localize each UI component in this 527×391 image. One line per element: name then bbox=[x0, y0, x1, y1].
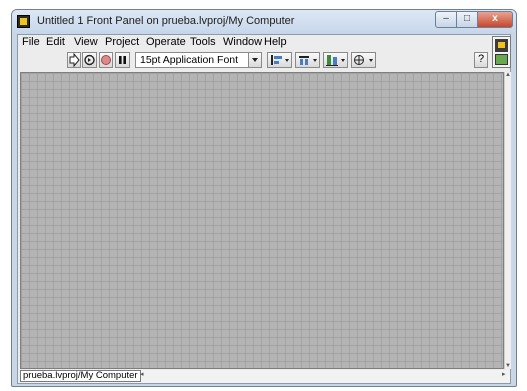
close-button[interactable]: x bbox=[477, 11, 513, 28]
front-panel-canvas[interactable] bbox=[20, 72, 504, 369]
connector-pane-icon bbox=[495, 54, 508, 65]
reorder-button[interactable] bbox=[351, 52, 376, 68]
window-title: Untitled 1 Front Panel on prueba.lvproj/… bbox=[37, 15, 295, 27]
menu-project[interactable]: Project bbox=[105, 36, 139, 48]
text-settings-dropdown[interactable]: 15pt Application Font bbox=[135, 52, 262, 68]
maximize-button[interactable]: □ bbox=[456, 11, 478, 28]
vi-icon bbox=[495, 39, 508, 52]
run-arrow-icon bbox=[69, 53, 80, 67]
abort-button[interactable] bbox=[99, 52, 113, 68]
scroll-right-icon[interactable]: ▸ bbox=[502, 370, 506, 378]
vertical-scrollbar[interactable]: ▲ ▼ bbox=[504, 72, 511, 369]
pause-icon bbox=[119, 56, 126, 64]
run-continuously-button[interactable] bbox=[82, 52, 97, 68]
chevron-down-icon bbox=[369, 59, 373, 62]
menu-operate[interactable]: Operate bbox=[146, 36, 186, 48]
title-bar[interactable]: Untitled 1 Front Panel on prueba.lvproj/… bbox=[12, 10, 516, 34]
menu-file[interactable]: File bbox=[22, 36, 40, 48]
application-instance-context[interactable]: prueba.lvproj/My Computer bbox=[20, 370, 141, 382]
minimize-button[interactable]: – bbox=[435, 11, 457, 28]
labview-vi-icon bbox=[17, 15, 30, 28]
distribute-objects-button[interactable] bbox=[295, 52, 320, 68]
dropdown-arrow-icon bbox=[248, 53, 261, 67]
chevron-down-icon bbox=[313, 59, 317, 62]
run-continuously-icon bbox=[84, 54, 95, 66]
front-panel-window: Untitled 1 Front Panel on prueba.lvproj/… bbox=[11, 9, 517, 387]
menu-tools[interactable]: Tools bbox=[190, 36, 216, 48]
scroll-left-icon[interactable]: ◂ bbox=[140, 370, 144, 378]
menu-bar: File Edit View Project Operate Tools Win… bbox=[18, 35, 488, 50]
menu-window[interactable]: Window bbox=[223, 36, 262, 48]
run-button[interactable] bbox=[67, 52, 81, 68]
abort-icon bbox=[101, 55, 111, 65]
front-panel-client: File Edit View Project Operate Tools Win… bbox=[17, 34, 511, 384]
menu-edit[interactable]: Edit bbox=[46, 36, 65, 48]
toolbar: 15pt Application Font ? bbox=[18, 51, 488, 70]
resize-objects-button[interactable] bbox=[323, 52, 348, 68]
chevron-down-icon bbox=[341, 59, 345, 62]
chevron-down-icon bbox=[285, 59, 289, 62]
scroll-up-icon[interactable]: ▲ bbox=[505, 72, 511, 78]
align-objects-button[interactable] bbox=[267, 52, 292, 68]
menu-help[interactable]: Help bbox=[264, 36, 287, 48]
vi-icon-connector-pane[interactable] bbox=[492, 36, 511, 68]
menu-view[interactable]: View bbox=[74, 36, 98, 48]
status-bar: prueba.lvproj/My Computer ◂ ▸ bbox=[20, 370, 510, 383]
font-select-value: 15pt Application Font bbox=[140, 54, 239, 66]
pause-button[interactable] bbox=[115, 52, 130, 68]
scroll-down-icon[interactable]: ▼ bbox=[505, 363, 511, 369]
context-help-button[interactable]: ? bbox=[474, 52, 488, 68]
